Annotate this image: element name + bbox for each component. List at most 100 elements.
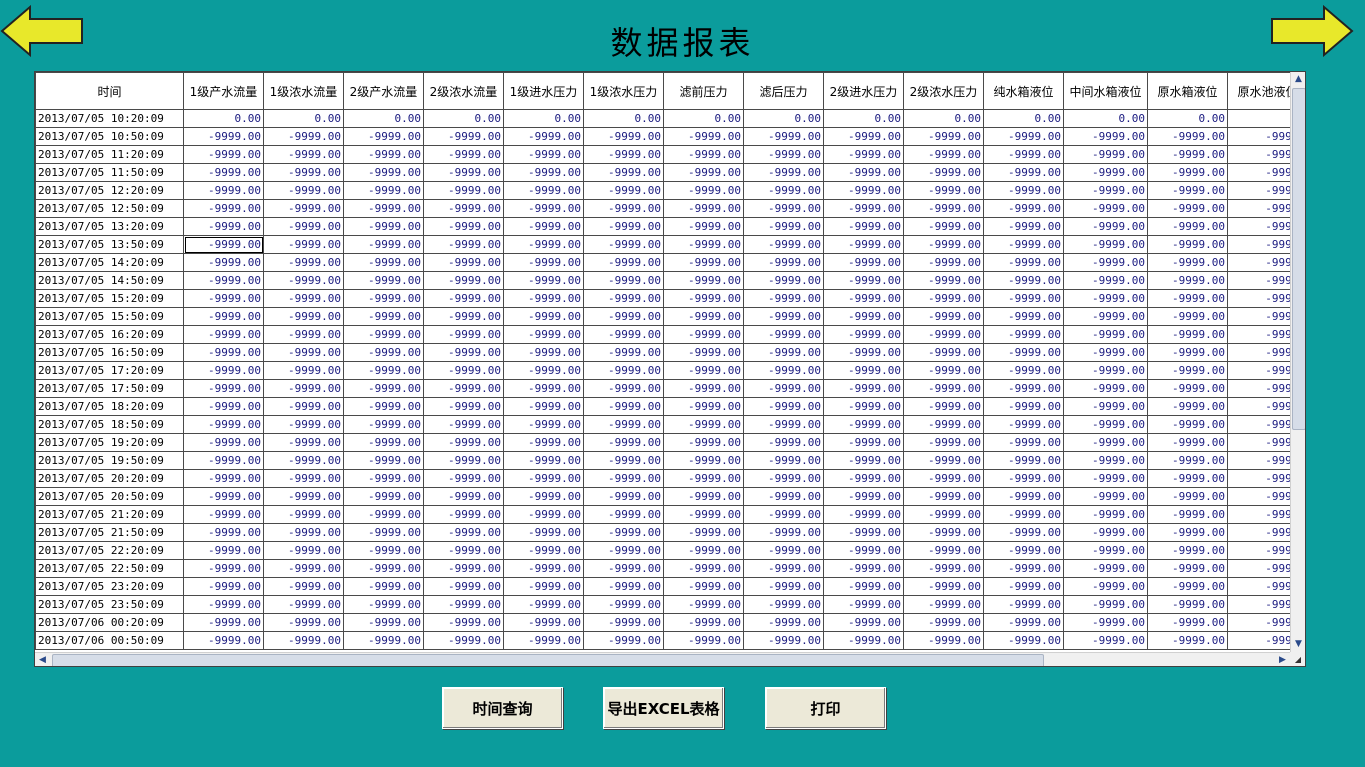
value-cell[interactable]: -9999.00 (503, 271, 584, 290)
time-cell[interactable]: 2013/07/05 17:50:09 (35, 379, 184, 398)
value-cell[interactable]: -9999.00 (183, 595, 264, 614)
time-cell[interactable]: 2013/07/05 18:50:09 (35, 415, 184, 434)
value-cell[interactable]: -9999.00 (263, 541, 344, 560)
value-cell[interactable]: 0.00 (183, 109, 264, 128)
value-cell[interactable]: -9999.00 (983, 253, 1064, 272)
value-cell[interactable]: -9999.00 (263, 361, 344, 380)
value-cell[interactable]: -9999.00 (583, 595, 664, 614)
value-cell[interactable]: -9999.00 (1063, 577, 1148, 596)
time-cell[interactable]: 2013/07/06 00:50:09 (35, 631, 184, 650)
table-row[interactable]: 2013/07/06 00:50:09 -9999.00 -9999.00 -9999… (35, 631, 1290, 650)
table-row[interactable]: 2013/07/05 22:20:09 -9999.00 -9999.00 -9999… (35, 541, 1290, 560)
value-cell[interactable]: -9999.00 (343, 343, 424, 362)
value-cell[interactable]: -9999.00 (1147, 505, 1228, 524)
time-cell[interactable]: 2013/07/05 22:20:09 (35, 541, 184, 560)
value-cell[interactable]: -9999.00 (423, 289, 504, 308)
value-cell[interactable]: -9999.00 (343, 145, 424, 164)
time-cell[interactable]: 2013/07/05 11:20:09 (35, 145, 184, 164)
value-cell[interactable]: 0.00 (743, 109, 824, 128)
value-cell[interactable]: -9999.00 (423, 577, 504, 596)
value-cell[interactable]: -9999.00 (983, 361, 1064, 380)
value-cell[interactable]: -9999.00 (423, 199, 504, 218)
value-cell[interactable]: -9999.00 (1147, 559, 1228, 578)
value-cell[interactable]: -9999.00 (663, 361, 744, 380)
value-cell[interactable]: -9999.00 (583, 559, 664, 578)
value-cell[interactable]: -9999.00 (663, 595, 744, 614)
value-cell[interactable]: -9999. (1227, 127, 1290, 146)
value-cell[interactable]: -9999.00 (983, 523, 1064, 542)
value-cell[interactable]: -9999.00 (183, 415, 264, 434)
value-cell[interactable]: -9999.00 (663, 217, 744, 236)
value-cell[interactable]: -9999.00 (743, 613, 824, 632)
value-cell[interactable]: -9999.00 (423, 217, 504, 236)
value-cell[interactable]: -9999.00 (903, 271, 984, 290)
value-cell[interactable]: -9999.00 (423, 469, 504, 488)
value-cell[interactable]: -9999. (1227, 487, 1290, 506)
value-cell[interactable]: -9999.00 (503, 397, 584, 416)
value-cell[interactable]: -9999.00 (503, 433, 584, 452)
value-cell[interactable]: -9999.00 (983, 343, 1064, 362)
table-row[interactable]: 2013/07/05 21:20:09 -9999.00 -9999.00 -9999… (35, 505, 1290, 524)
value-cell[interactable]: -9999.00 (423, 505, 504, 524)
table-row[interactable]: 2013/07/05 21:50:09 -9999.00 -9999.00 -9999… (35, 523, 1290, 542)
value-cell[interactable]: -9999.00 (503, 145, 584, 164)
value-cell[interactable]: -9999.00 (983, 271, 1064, 290)
value-cell[interactable]: -9999.00 (823, 577, 904, 596)
value-cell[interactable]: -9999.00 (1063, 235, 1148, 254)
value-cell[interactable]: -9999.00 (903, 595, 984, 614)
value-cell[interactable]: -9999.00 (183, 379, 264, 398)
value-cell[interactable]: -9999.00 (343, 181, 424, 200)
value-cell[interactable]: -9999.00 (743, 163, 824, 182)
value-cell[interactable]: 0.00 (1063, 109, 1148, 128)
scroll-left-icon[interactable]: ◀ (35, 653, 50, 666)
value-cell[interactable]: -9999.00 (823, 433, 904, 452)
value-cell[interactable]: -9999.00 (263, 559, 344, 578)
table-row[interactable]: 2013/07/05 15:50:09 -9999.00 -9999.00 -9999… (35, 307, 1290, 326)
value-cell[interactable]: -9999.00 (583, 181, 664, 200)
value-cell[interactable]: -9999. (1227, 631, 1290, 650)
table-row[interactable]: 2013/07/05 12:20:09 -9999.00 -9999.00 -9999… (35, 181, 1290, 200)
value-cell[interactable]: -9999.00 (263, 433, 344, 452)
column-header[interactable]: 原水池液位 (1227, 72, 1290, 110)
value-cell[interactable]: -9999.00 (583, 343, 664, 362)
value-cell[interactable]: -9999.00 (583, 451, 664, 470)
value-cell[interactable]: -9999.00 (743, 559, 824, 578)
value-cell[interactable]: -9999.00 (983, 541, 1064, 560)
time-cell[interactable]: 2013/07/05 14:50:09 (35, 271, 184, 290)
value-cell[interactable]: -9999.00 (903, 145, 984, 164)
value-cell[interactable]: -9999.00 (503, 235, 584, 254)
value-cell[interactable]: -9999.00 (743, 397, 824, 416)
value-cell[interactable]: -9999.00 (263, 235, 344, 254)
value-cell[interactable]: -9999.00 (903, 487, 984, 506)
column-header[interactable]: 2级浓水流量 (423, 72, 504, 110)
time-cell[interactable]: 2013/07/05 23:20:09 (35, 577, 184, 596)
table-row[interactable]: 2013/07/05 17:20:09 -9999.00 -9999.00 -9999… (35, 361, 1290, 380)
value-cell[interactable]: -9999.00 (1063, 163, 1148, 182)
value-cell[interactable]: -9999.00 (503, 487, 584, 506)
value-cell[interactable]: -9999.00 (1063, 361, 1148, 380)
column-header[interactable]: 1级产水流量 (183, 72, 264, 110)
horizontal-scroll-thumb[interactable] (52, 654, 1044, 666)
value-cell[interactable]: -9999. (1227, 181, 1290, 200)
table-row[interactable]: 2013/07/05 23:50:09 -9999.00 -9999.00 -9999… (35, 595, 1290, 614)
value-cell[interactable]: -9999.00 (183, 307, 264, 326)
value-cell[interactable]: -9999.00 (983, 379, 1064, 398)
value-cell[interactable]: -9999.00 (263, 631, 344, 650)
value-cell[interactable]: -9999.00 (663, 253, 744, 272)
value-cell[interactable]: -9999.00 (1147, 325, 1228, 344)
value-cell[interactable]: -9999.00 (263, 307, 344, 326)
value-cell[interactable]: -9999.00 (583, 541, 664, 560)
value-cell[interactable]: -9999.00 (1063, 217, 1148, 236)
value-cell[interactable]: -9999.00 (423, 613, 504, 632)
value-cell[interactable]: -9999.00 (423, 307, 504, 326)
value-cell[interactable]: -9999.00 (663, 577, 744, 596)
time-cell[interactable]: 2013/07/05 11:50:09 (35, 163, 184, 182)
value-cell[interactable]: -9999.00 (1147, 487, 1228, 506)
value-cell[interactable]: -9999.00 (343, 595, 424, 614)
value-cell[interactable]: -9999.00 (343, 415, 424, 434)
value-cell[interactable]: -9999.00 (823, 343, 904, 362)
value-cell[interactable]: -9999.00 (823, 253, 904, 272)
column-header[interactable]: 1级浓水压力 (583, 72, 664, 110)
value-cell[interactable]: -9999. (1227, 451, 1290, 470)
time-cell[interactable]: 2013/07/05 15:20:09 (35, 289, 184, 308)
